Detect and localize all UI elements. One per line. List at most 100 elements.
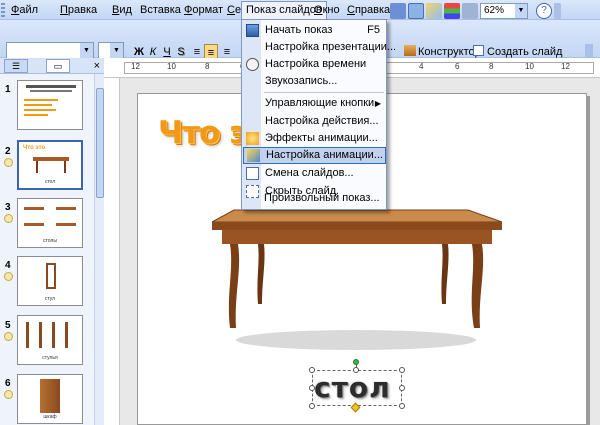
ruler-number: 10 [167,62,176,71]
pane-scrollbar[interactable] [94,74,104,425]
resize-handle[interactable] [353,367,359,373]
standard-toolbar: 62% ▼ ? [386,1,600,20]
table-icon[interactable] [390,3,406,19]
tab-slides[interactable]: ▭ [46,59,70,73]
table-apron [222,230,492,244]
menu-item-record-narration[interactable]: Звукозапись... [243,73,386,90]
table-leg [228,244,240,328]
ruler-number: 10 [525,62,534,71]
resize-handle[interactable] [399,367,405,373]
tab-outline[interactable]: ☰ [4,59,28,73]
slide-thumbnail-1[interactable] [17,80,83,130]
font-name-field[interactable]: ▼ [6,42,94,59]
grip-icon [130,23,144,39]
ruler-number: 4 [419,62,424,71]
slide-thumbnail-3[interactable]: столы [17,198,83,248]
ruler-number: 12 [131,62,140,71]
slide-number: 4 [5,260,11,271]
thumb-text-line [24,99,58,101]
table-leg [441,244,449,304]
menu-item-custom-shows[interactable]: Произвольный показ... [242,190,385,207]
close-icon[interactable]: × [94,59,100,73]
menu-item-animation-effects[interactable]: Эффекты анимации... [243,130,386,147]
thumb-caption: столы [43,238,57,244]
animation-star-icon [4,390,13,399]
table-top-shape [24,207,44,210]
thumb-text-line [30,90,72,92]
menu-item-action-settings[interactable]: Настройка действия... [243,113,386,130]
chevron-down-icon[interactable]: ▼ [515,4,527,18]
resize-handle[interactable] [309,385,315,391]
thumb-caption: шкаф [43,414,57,420]
thumb-caption: стол [44,179,56,185]
custom-animation-icon [247,149,260,162]
animation-star-icon [4,214,13,223]
slide-thumbnail-6[interactable]: шкаф [17,374,83,424]
menu-separator [264,92,384,93]
slide-number: 6 [5,378,11,389]
slide-number: 2 [5,146,11,157]
color-grayscale-icon[interactable] [444,3,460,19]
toolbar-options-icon[interactable] [554,3,561,19]
projector-icon [246,24,259,37]
help-icon[interactable]: ? [536,3,552,19]
slide-number: 5 [5,320,11,331]
new-slide-icon [473,45,484,56]
table-top-shape [56,223,76,226]
chevron-down-icon[interactable]: ▼ [80,43,93,58]
thumb-text-line [24,114,48,116]
menu-file[interactable]: Файл [7,2,42,18]
slide-thumbnail-5[interactable]: стулья [17,315,83,365]
chevron-down-icon[interactable]: ▼ [110,43,123,58]
menu-bar-grip[interactable] [1,3,5,17]
resize-handle[interactable] [309,367,315,373]
scrollbar-thumb[interactable] [96,88,104,198]
zoom-select[interactable]: 62% ▼ [480,3,528,19]
menu-insert[interactable]: Вставка [136,2,185,18]
menu-edit[interactable]: Правка [56,2,101,18]
animation-effects-icon [246,132,259,145]
animation-star-icon [4,272,13,281]
stopwatch-icon [246,58,259,71]
slide-thumbnail-4[interactable]: стул [17,256,83,306]
font-size-field[interactable]: ▼ [98,42,124,59]
excel-chart-icon[interactable] [408,3,424,19]
menu-item-setup-show[interactable]: Настройка презентации... [243,39,396,56]
thumb-caption: стулья [42,355,58,361]
menu-item-start-show[interactable]: Начать показ F5 [243,22,386,39]
table-top [211,209,503,223]
designer-icon [404,45,416,56]
slide-caption[interactable]: стол [314,371,391,404]
resize-handle[interactable] [309,403,315,409]
rotation-handle[interactable] [353,359,359,365]
vertical-ruler [104,78,120,425]
resize-handle[interactable] [399,385,405,391]
animation-star-icon [4,332,13,341]
slide-number: 3 [5,202,11,213]
table-leg-shape [64,161,66,173]
slides-pane: ☰ ▭ × 1 2 Что это стол 3 столы 4 стул 5 … [0,58,104,425]
ruler-number: 12 [561,62,570,71]
slide-thumbnail-2[interactable]: Что это стол [17,140,83,190]
ruler-number: 8 [489,62,494,71]
menu-window[interactable]: Окно [310,2,344,18]
table-leg [257,244,265,304]
chairs-shape [26,322,76,348]
menu-view[interactable]: Вид [108,2,136,18]
menu-item-action-buttons[interactable]: Управляющие кнопки ▶ [243,95,386,112]
ruler-number: 8 [205,62,210,71]
menu-item-rehearse-timings[interactable]: Настройка времени [243,56,386,73]
slide-number: 1 [5,84,11,95]
resize-handle[interactable] [399,403,405,409]
expand-icon[interactable] [462,3,478,19]
pane-tabs: ☰ ▭ × [0,58,104,74]
insert-picture-icon[interactable] [426,3,442,19]
table-picture[interactable] [206,200,506,360]
menu-bar: Файл Правка Вид Вставка Формат Сервис По… [0,0,600,20]
menu-item-custom-animation[interactable]: Настройка анимации... [243,147,386,164]
thumb-caption: стул [44,296,56,302]
menu-format[interactable]: Формат [180,2,227,18]
animation-star-icon [4,158,13,167]
transition-icon [246,167,259,180]
menu-item-slide-transition[interactable]: Смена слайдов... [243,165,386,182]
